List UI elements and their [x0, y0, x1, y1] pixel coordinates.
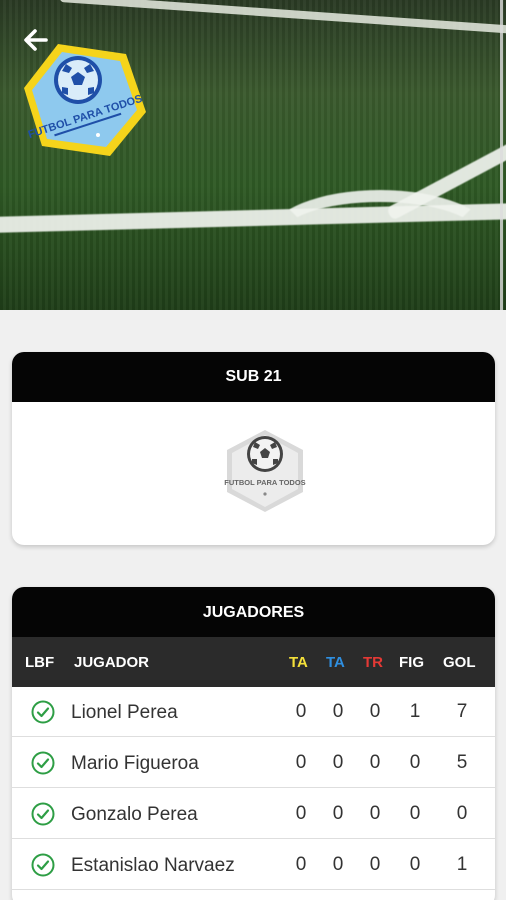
table-row[interactable]: Lionel Perea 0 0 0 1 7 [12, 687, 495, 737]
team-logo: FUTBOL PARA TODOS [224, 428, 306, 514]
stat-gol: 0 [456, 803, 468, 824]
stat-ta-blue: 0 [332, 803, 344, 824]
table-row[interactable]: Estanislao Narvaez 0 0 0 0 1 [12, 840, 495, 890]
col-gol: GOL [443, 653, 476, 671]
stat-ta-yellow: 0 [295, 752, 307, 773]
table-row[interactable]: Gonzalo Perea 0 0 0 0 0 [12, 789, 495, 839]
check-circle-icon [31, 751, 55, 775]
stat-tr: 0 [369, 701, 381, 722]
player-name: Lionel Perea [71, 702, 178, 723]
league-logo: FUTBOL PARA TODOS [22, 40, 148, 162]
svg-text:FUTBOL PARA TODOS: FUTBOL PARA TODOS [224, 478, 305, 487]
stat-gol: 1 [456, 854, 468, 875]
players-card-title: JUGADORES [12, 587, 495, 637]
team-card: SUB 21 FUTBOL PARA TODOS [12, 352, 495, 545]
stat-ta-yellow: 0 [295, 701, 307, 722]
col-fig: FIG [399, 653, 424, 671]
players-table-header: LBF JUGADOR TA TA TR FIG GOL [12, 637, 495, 687]
stat-fig: 0 [409, 854, 421, 875]
player-name: Estanislao Narvaez [71, 855, 235, 876]
check-circle-icon [31, 700, 55, 724]
stat-fig: 0 [409, 752, 421, 773]
col-ta-yellow: TA [289, 653, 308, 671]
stat-fig: 1 [409, 701, 421, 722]
check-circle-icon [31, 853, 55, 877]
table-row[interactable]: Mario Figueroa 0 0 0 0 5 [12, 738, 495, 788]
stat-fig: 0 [409, 803, 421, 824]
stat-tr: 0 [369, 803, 381, 824]
stat-gol: 5 [456, 752, 468, 773]
stat-ta-blue: 0 [332, 701, 344, 722]
player-name: Mario Figueroa [71, 753, 199, 774]
player-name: Gonzalo Perea [71, 804, 198, 825]
stat-ta-yellow: 0 [295, 803, 307, 824]
stat-tr: 0 [369, 854, 381, 875]
col-tr: TR [363, 653, 383, 671]
col-ta-blue: TA [326, 653, 345, 671]
col-lbf: LBF [25, 653, 55, 671]
stat-gol: 7 [456, 701, 468, 722]
col-player: JUGADOR [74, 653, 150, 671]
stat-ta-yellow: 0 [295, 854, 307, 875]
stat-ta-blue: 0 [332, 752, 344, 773]
players-card: JUGADORES LBF JUGADOR TA TA TR FIG GOL L… [12, 587, 495, 900]
check-circle-icon [31, 802, 55, 826]
stat-tr: 0 [369, 752, 381, 773]
stat-ta-blue: 0 [332, 854, 344, 875]
team-card-title: SUB 21 [12, 352, 495, 402]
